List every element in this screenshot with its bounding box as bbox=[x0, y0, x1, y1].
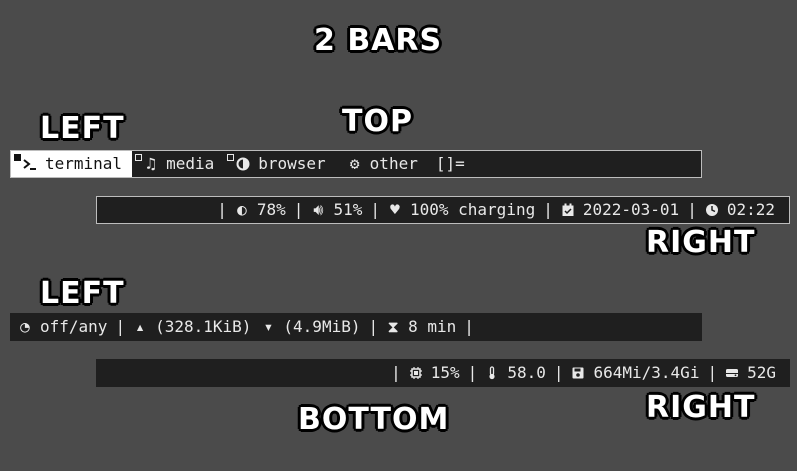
heading-left-bottom: LEFT bbox=[40, 276, 125, 311]
heading-top: TOP bbox=[342, 104, 413, 139]
separator: | bbox=[543, 200, 553, 219]
vpn-value: off/any bbox=[40, 317, 108, 336]
separator: | bbox=[217, 200, 227, 219]
temperature-module[interactable]: 58.0 bbox=[485, 360, 546, 386]
workspace-label: terminal bbox=[45, 154, 123, 173]
heading-bottom: BOTTOM bbox=[298, 402, 450, 437]
hard-drive-icon bbox=[726, 369, 739, 377]
upload-value: (328.1KiB) bbox=[155, 317, 252, 336]
separator: | bbox=[464, 317, 474, 336]
brightness-value: 78% bbox=[256, 200, 286, 219]
workspace-label: browser bbox=[258, 154, 326, 173]
music-note-icon: ♫ bbox=[146, 154, 156, 173]
download-module[interactable]: ▾ (4.9MiB) bbox=[261, 314, 361, 340]
heading-left-top: LEFT bbox=[40, 111, 125, 146]
separator: | bbox=[115, 317, 126, 336]
download-value: (4.9MiB) bbox=[283, 317, 361, 336]
separator: | bbox=[687, 200, 697, 219]
occupied-marker bbox=[135, 154, 143, 161]
battery-module[interactable]: ♥ 100% charging bbox=[388, 197, 535, 223]
separator: | bbox=[293, 200, 304, 219]
battery-value: 100% charging bbox=[409, 200, 536, 219]
timer-module[interactable]: ⧗ 8 min bbox=[386, 314, 456, 340]
clock-module[interactable]: 02:22 bbox=[705, 197, 775, 223]
separator: | bbox=[370, 200, 380, 219]
disk-module[interactable]: 52G bbox=[725, 360, 776, 386]
occupied-marker bbox=[14, 154, 21, 161]
volume-value: 51% bbox=[333, 200, 363, 219]
top-right-bar: | ◐ 78% | 🔊︎ 51% | ♥ 100% charging | 202… bbox=[96, 196, 790, 224]
page-title: 2 BARS bbox=[314, 23, 443, 58]
speaker-icon: 🔊︎ bbox=[313, 200, 324, 219]
temperature-value: 58.0 bbox=[507, 363, 546, 382]
browser-icon bbox=[236, 157, 250, 171]
occupied-marker bbox=[227, 154, 235, 161]
bottom-left-bar: ◔ off/any | ▴ (328.1KiB) ▾ (4.9MiB) | ⧗ … bbox=[10, 313, 702, 341]
workspace-other[interactable]: ⚙ other bbox=[336, 151, 428, 177]
date-module[interactable]: 2022-03-01 bbox=[561, 197, 679, 223]
heart-icon: ♥ bbox=[390, 200, 400, 219]
clock-icon bbox=[705, 204, 718, 216]
separator: | bbox=[467, 363, 478, 382]
top-left-bar: terminal ♫ media browser ⚙ other []= bbox=[10, 150, 702, 178]
separator: | bbox=[707, 363, 718, 382]
memory-module[interactable]: 664Mi/3.4Gi bbox=[571, 360, 699, 386]
thermometer-icon bbox=[489, 366, 495, 380]
workspace-label: media bbox=[166, 154, 215, 173]
date-value: 2022-03-01 bbox=[582, 200, 680, 219]
caret-up-icon: ▴ bbox=[135, 317, 145, 336]
bottom-right-bar: | 15% | 58.0 | 664Mi/3.4Gi | 52G bbox=[96, 359, 790, 387]
terminal-icon bbox=[23, 159, 36, 170]
workspace-terminal[interactable]: terminal bbox=[11, 151, 133, 177]
brightness-icon: ◐ bbox=[237, 200, 247, 219]
timer-value: 8 min bbox=[408, 317, 457, 336]
calendar-icon bbox=[562, 203, 574, 216]
workspace-label: other bbox=[369, 154, 418, 173]
layout-indicator[interactable]: []= bbox=[436, 151, 465, 177]
cpu-icon bbox=[409, 367, 422, 379]
caret-down-icon: ▾ bbox=[263, 317, 274, 336]
vpn-module[interactable]: ◔ off/any bbox=[18, 314, 107, 340]
disk-value: 52G bbox=[747, 363, 776, 382]
workspace-browser[interactable]: browser bbox=[224, 151, 335, 177]
separator: | bbox=[368, 317, 379, 336]
separator: | bbox=[553, 363, 564, 382]
memory-value: 664Mi/3.4Gi bbox=[593, 363, 700, 382]
brightness-module[interactable]: ◐ 78% bbox=[235, 197, 286, 223]
rss-icon: ◔ bbox=[20, 317, 30, 336]
gears-icon: ⚙ bbox=[349, 154, 360, 173]
volume-module[interactable]: 🔊︎ 51% bbox=[311, 197, 362, 223]
hourglass-icon: ⧗ bbox=[387, 317, 399, 336]
heading-right-bottom: RIGHT bbox=[646, 390, 756, 425]
cpu-value: 15% bbox=[430, 363, 460, 382]
cpu-module[interactable]: 15% bbox=[409, 360, 460, 386]
heading-right-top: RIGHT bbox=[646, 225, 756, 260]
separator: | bbox=[391, 363, 401, 382]
floppy-disk-icon bbox=[572, 367, 584, 379]
upload-module[interactable]: ▴ (328.1KiB) bbox=[133, 314, 251, 340]
time-value: 02:22 bbox=[726, 200, 775, 219]
workspace-media[interactable]: ♫ media bbox=[132, 151, 224, 177]
